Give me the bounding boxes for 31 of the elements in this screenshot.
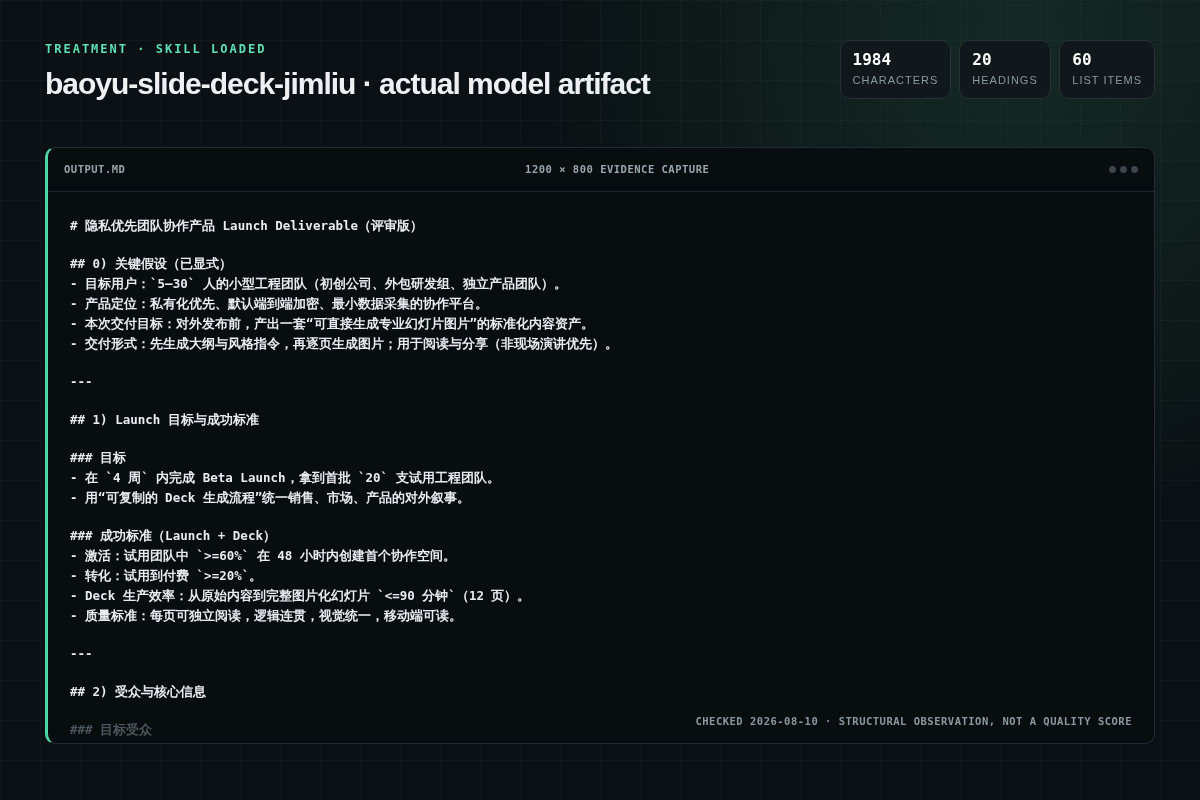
capture-caption: 1200 × 800 EVIDENCE CAPTURE xyxy=(525,161,710,177)
code-line: ## 2) 受众与核心信息 xyxy=(70,683,207,701)
code-line: - 用“可复制的 Deck 生成流程”统一销售、市场、产品的对外叙事。 xyxy=(70,489,471,507)
file-name: OUTPUT.MD xyxy=(64,161,126,177)
stat-label: LIST ITEMS xyxy=(1072,73,1142,89)
code-line: - 转化：试用到付费 `>=20%`。 xyxy=(70,567,263,585)
code-line: ### 目标 xyxy=(70,449,127,467)
eyebrow-label: TREATMENT · SKILL LOADED xyxy=(45,41,268,58)
code-line: - 本次交付目标：对外发布前，产出一套“可直接生成专业幻灯片图片”的标准化内容资产。 xyxy=(70,315,595,333)
code-line: ### 目标受众 xyxy=(70,721,153,739)
code-line: --- xyxy=(70,645,93,663)
code-line: - 产品定位：私有化优先、默认端到端加密、最小数据采集的协作平台。 xyxy=(70,295,489,313)
window-dots-icon xyxy=(1109,166,1138,173)
code-line: - 在 `4 周` 内完成 Beta Launch，拿到首批 `20` 支试用工程团队。 xyxy=(70,469,500,487)
code-line: ### 成功标准（Launch + Deck） xyxy=(70,527,276,545)
code-line: ## 1) Launch 目标与成功标准 xyxy=(70,411,259,429)
stat-label: HEADINGS xyxy=(972,73,1039,89)
code-line: - Deck 生产效率：从原始内容到完整图片化幻灯片 `<=90 分钟`（12 页）。 xyxy=(70,587,531,605)
code-line: - 目标用户：`5–30` 人的小型工程团队（初创公司、外包研发组、独立产品团队）。 xyxy=(70,275,567,293)
stat-value: 1984 xyxy=(852,50,893,70)
stat-value: 60 xyxy=(1072,50,1093,70)
code-line: - 激活：试用团队中 `>=60%` 在 48 小时内创建首个协作空间。 xyxy=(70,547,456,565)
code-line: --- xyxy=(70,373,93,391)
page-title: baoyu-slide-deck-jimliu · actual model artifact xyxy=(45,66,650,102)
stat-value: 20 xyxy=(972,50,993,70)
code-line: - 质量标准：每页可独立阅读，逻辑连贯，视觉统一，移动端可读。 xyxy=(70,607,463,625)
code-line: ## 0) 关键假设（已显式） xyxy=(70,255,233,273)
stat-label: CHARACTERS xyxy=(852,73,939,89)
code-line: # 隐私优先团队协作产品 Launch Deliverable（评审版） xyxy=(70,217,424,235)
code-line: - 交付形式：先生成大纲与风格指令，再逐页生成图片；用于阅读与分享（非现场演讲优先）。 xyxy=(70,335,619,353)
footer-note: CHECKED 2026-08-10 · STRUCTURAL OBSERVATION, NOT A QUALITY SCORE xyxy=(695,714,1132,730)
